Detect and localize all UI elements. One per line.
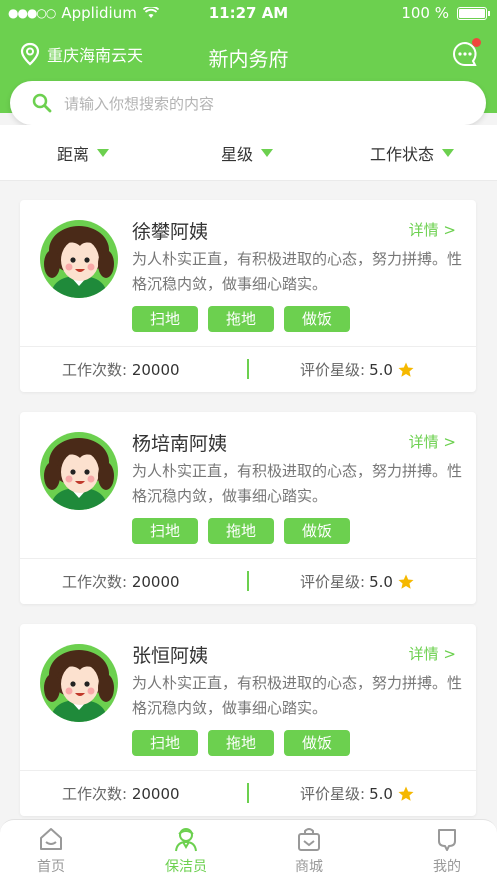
battery-percent: 100 % bbox=[401, 4, 449, 22]
search-icon bbox=[32, 93, 52, 113]
details-link[interactable]: 详情 > bbox=[409, 219, 456, 240]
cleaner-name: 张恒阿姨 bbox=[132, 645, 209, 667]
skill-tag: 扫地 bbox=[132, 518, 198, 544]
work-count-value: 20000 bbox=[131, 785, 180, 803]
tab-home[interactable]: 首页 bbox=[11, 826, 91, 876]
filter-label: 距离 bbox=[57, 145, 90, 164]
bottom-tab-bar: 首页 保洁员 商城 我的 bbox=[0, 819, 497, 883]
search-bar[interactable]: 请输入你想搜索的内容 bbox=[10, 81, 486, 125]
work-count-label: 工作次数: bbox=[62, 785, 128, 803]
work-count-value: 20000 bbox=[131, 361, 180, 379]
dropdown-arrow-icon bbox=[261, 149, 274, 157]
cleaner-description: 为人朴实正直，有积极进取的心态，努力拼搏。性格沉稳内敛，做事细心踏实。 bbox=[132, 250, 463, 293]
details-link[interactable]: 详情 > bbox=[409, 431, 456, 452]
dropdown-arrow-icon bbox=[442, 149, 455, 157]
rating-label: 评价星级: bbox=[300, 785, 366, 803]
page-title: 新内务府 bbox=[208, 47, 289, 71]
message-button[interactable] bbox=[451, 38, 481, 68]
tab-label: 我的 bbox=[433, 859, 461, 875]
work-count: 工作次数: 20000 bbox=[62, 571, 180, 592]
star-icon bbox=[398, 362, 414, 377]
skill-tag: 做饭 bbox=[284, 730, 350, 756]
tab-label: 保洁员 bbox=[165, 859, 207, 875]
skill-tag: 做饭 bbox=[284, 518, 350, 544]
notification-dot bbox=[472, 38, 481, 47]
cleaner-card[interactable]: 徐攀阿姨 详情 > 为人朴实正直，有积极进取的心态，努力拼搏。性格沉稳内敛，做事… bbox=[20, 200, 476, 392]
rating: 评价星级: 5.0 bbox=[300, 359, 415, 380]
tab-shop[interactable]: 商城 bbox=[269, 826, 349, 876]
skill-tags: 扫地 拖地 做饭 bbox=[132, 306, 350, 332]
rating: 评价星级: 5.0 bbox=[300, 783, 415, 804]
work-count: 工作次数: 20000 bbox=[62, 783, 180, 804]
search-placeholder: 请输入你想搜索的内容 bbox=[64, 94, 215, 113]
details-link[interactable]: 详情 > bbox=[409, 643, 456, 664]
skill-tags: 扫地 拖地 做饭 bbox=[132, 730, 350, 756]
dropdown-arrow-icon bbox=[97, 149, 110, 157]
tab-label: 首页 bbox=[37, 859, 65, 875]
skill-tags: 扫地 拖地 做饭 bbox=[132, 518, 350, 544]
footer-divider bbox=[247, 359, 249, 379]
footer-divider bbox=[247, 571, 249, 591]
filter-distance[interactable]: 距离 bbox=[57, 141, 110, 165]
work-count-label: 工作次数: bbox=[62, 361, 128, 379]
footer-divider bbox=[247, 783, 249, 803]
card-footer: 工作次数: 20000 评价星级: 5.0 bbox=[20, 346, 476, 392]
rating-value: 5.0 bbox=[369, 360, 393, 379]
work-count-label: 工作次数: bbox=[62, 573, 128, 591]
status-bar: ●●●○○ Applidium 11:27 AM 100 % bbox=[0, 0, 497, 26]
tab-profile[interactable]: 我的 bbox=[407, 826, 487, 876]
star-icon bbox=[398, 574, 414, 589]
skill-tag: 做饭 bbox=[284, 306, 350, 332]
avatar bbox=[40, 432, 118, 510]
avatar bbox=[40, 220, 118, 298]
shop-bag-icon bbox=[298, 828, 320, 851]
cleaner-name: 徐攀阿姨 bbox=[132, 221, 209, 243]
cleaner-description: 为人朴实正直，有积极进取的心态，努力拼搏。性格沉稳内敛，做事细心踏实。 bbox=[132, 674, 463, 717]
card-footer: 工作次数: 20000 评价星级: 5.0 bbox=[20, 558, 476, 604]
skill-tag: 拖地 bbox=[208, 306, 274, 332]
rating: 评价星级: 5.0 bbox=[300, 571, 415, 592]
tab-label: 商城 bbox=[295, 859, 323, 875]
cleaner-icon bbox=[175, 828, 197, 852]
work-count-value: 20000 bbox=[131, 573, 180, 591]
home-icon bbox=[40, 828, 62, 850]
filter-work-status[interactable]: 工作状态 bbox=[370, 141, 455, 165]
rating-label: 评价星级: bbox=[300, 573, 366, 591]
filter-label: 星级 bbox=[221, 145, 254, 164]
rating-value: 5.0 bbox=[369, 572, 393, 591]
rating-label: 评价星级: bbox=[300, 361, 366, 379]
cleaner-card[interactable]: 杨培南阿姨 详情 > 为人朴实正直，有积极进取的心态，努力拼搏。性格沉稳内敛，做… bbox=[20, 412, 476, 604]
avatar bbox=[40, 644, 118, 722]
cleaner-description: 为人朴实正直，有积极进取的心态，努力拼搏。性格沉稳内敛，做事细心踏实。 bbox=[132, 462, 463, 505]
filter-label: 工作状态 bbox=[370, 145, 435, 164]
rating-value: 5.0 bbox=[369, 784, 393, 803]
tab-cleaner[interactable]: 保洁员 bbox=[146, 826, 226, 876]
battery-icon bbox=[457, 6, 490, 20]
card-footer: 工作次数: 20000 评价星级: 5.0 bbox=[20, 770, 476, 816]
profile-icon bbox=[438, 829, 456, 851]
skill-tag: 扫地 bbox=[132, 730, 198, 756]
skill-tag: 拖地 bbox=[208, 518, 274, 544]
cleaner-card[interactable]: 张恒阿姨 详情 > 为人朴实正直，有积极进取的心态，努力拼搏。性格沉稳内敛，做事… bbox=[20, 624, 476, 816]
skill-tag: 拖地 bbox=[208, 730, 274, 756]
skill-tag: 扫地 bbox=[132, 306, 198, 332]
filter-bar: 距离 星级 工作状态 bbox=[0, 125, 497, 181]
star-icon bbox=[398, 786, 414, 801]
work-count: 工作次数: 20000 bbox=[62, 359, 180, 380]
filter-rating[interactable]: 星级 bbox=[221, 141, 274, 165]
cleaner-name: 杨培南阿姨 bbox=[132, 433, 228, 455]
